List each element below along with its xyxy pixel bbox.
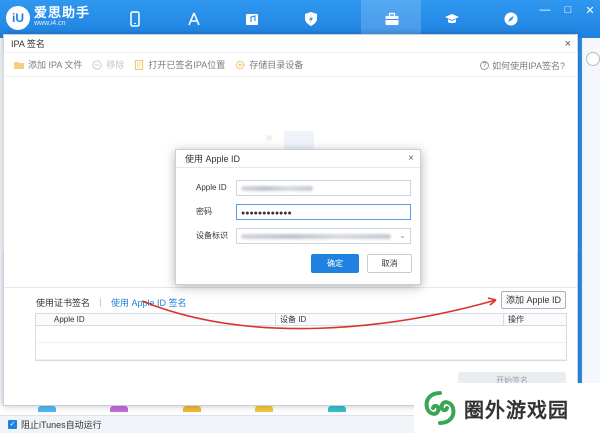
app-tile-icon [38,406,56,412]
apple-id-table: Apple ID 设备 ID 操作 [35,313,567,361]
device-label: 设备标识 [196,231,228,240]
phone-icon[interactable] [126,10,144,28]
app-store-icon[interactable] [185,10,203,28]
apple-id-label: Apple ID [196,183,227,192]
checkbox-checked-icon[interactable]: ✓ [8,420,17,429]
tab-divider [100,298,102,307]
column-header-device-id[interactable]: 设备 ID [276,314,504,325]
close-window-button[interactable]: ✕ [583,4,597,17]
app-tile-icon [183,406,201,412]
tab-appleid-sign[interactable]: 使用 Apple ID 签名 [111,296,187,309]
maximize-button[interactable]: □ [561,4,575,16]
watermark-logo-icon [424,391,456,425]
column-header-apple-id[interactable]: Apple ID [36,314,276,325]
graduation-cap-icon[interactable] [443,10,461,28]
apple-id-row: Apple ID [176,180,422,196]
device-select[interactable]: ⌄ [236,228,411,244]
background-right-edge [582,38,600,416]
ipa-dialog-close-button[interactable]: × [565,35,571,53]
compass-icon[interactable] [502,10,520,28]
app-logo: iU 爱思助手 www.i4.cn [6,6,90,30]
app-tile-icon [110,406,128,412]
device-row: 设备标识 ⌄ [176,228,422,244]
confirm-button[interactable]: 确定 [311,254,359,273]
table-row [36,343,566,360]
watermark-text: 圈外游戏园 [464,399,569,422]
logo-mark: iU [6,6,30,30]
add-circle-icon[interactable] [586,52,600,66]
tab-cert-sign[interactable]: 使用证书签名 [36,296,90,309]
column-header-actions[interactable]: 操作 [504,314,566,325]
apple-id-input[interactable] [236,180,411,196]
apple-id-dialog-title: 使用 Apple ID [185,154,241,164]
apple-id-dialog: 使用 Apple ID × Apple ID 密码 ●●●●●●●●●●●● 设… [175,149,421,285]
app-tile-icon [255,406,273,412]
password-label: 密码 [196,207,212,216]
ipa-dialog-titlebar: IPA 签名 × [4,35,577,53]
top-app-bar: iU 爱思助手 www.i4.cn — □ ✕ [0,0,600,38]
redacted-text [241,234,391,239]
app-tile-icon [328,406,346,412]
password-row: 密码 ●●●●●●●●●●●● [176,204,422,220]
music-icon[interactable] [243,10,261,28]
ipa-dialog-title: IPA 签名 [11,39,45,49]
divider [4,287,577,288]
table-row [36,326,566,343]
logo-url: www.i4.cn [34,20,66,27]
chevron-down-icon: ⌄ [399,231,406,240]
add-apple-id-button[interactable]: 添加 Apple ID [501,291,566,309]
table-header: Apple ID 设备 ID 操作 [36,314,566,326]
shield-icon[interactable] [302,10,320,28]
briefcase-icon[interactable] [383,10,401,28]
apple-id-dialog-close-button[interactable]: × [408,150,414,168]
redacted-text [241,186,313,191]
password-value: ●●●●●●●●●●●● [241,210,292,217]
minimize-button[interactable]: — [538,4,552,16]
sign-method-tabs: 使用证书签名 使用 Apple ID 签名 [36,296,187,309]
watermark: 圈外游戏园 [414,383,600,433]
logo-name: 爱思助手 [34,5,91,20]
cancel-button[interactable]: 取消 [367,254,412,273]
block-itunes-label: 阻止iTunes自动运行 [21,420,102,430]
password-input[interactable]: ●●●●●●●●●●●● [236,204,411,220]
apple-id-dialog-titlebar: 使用 Apple ID × [176,150,420,168]
